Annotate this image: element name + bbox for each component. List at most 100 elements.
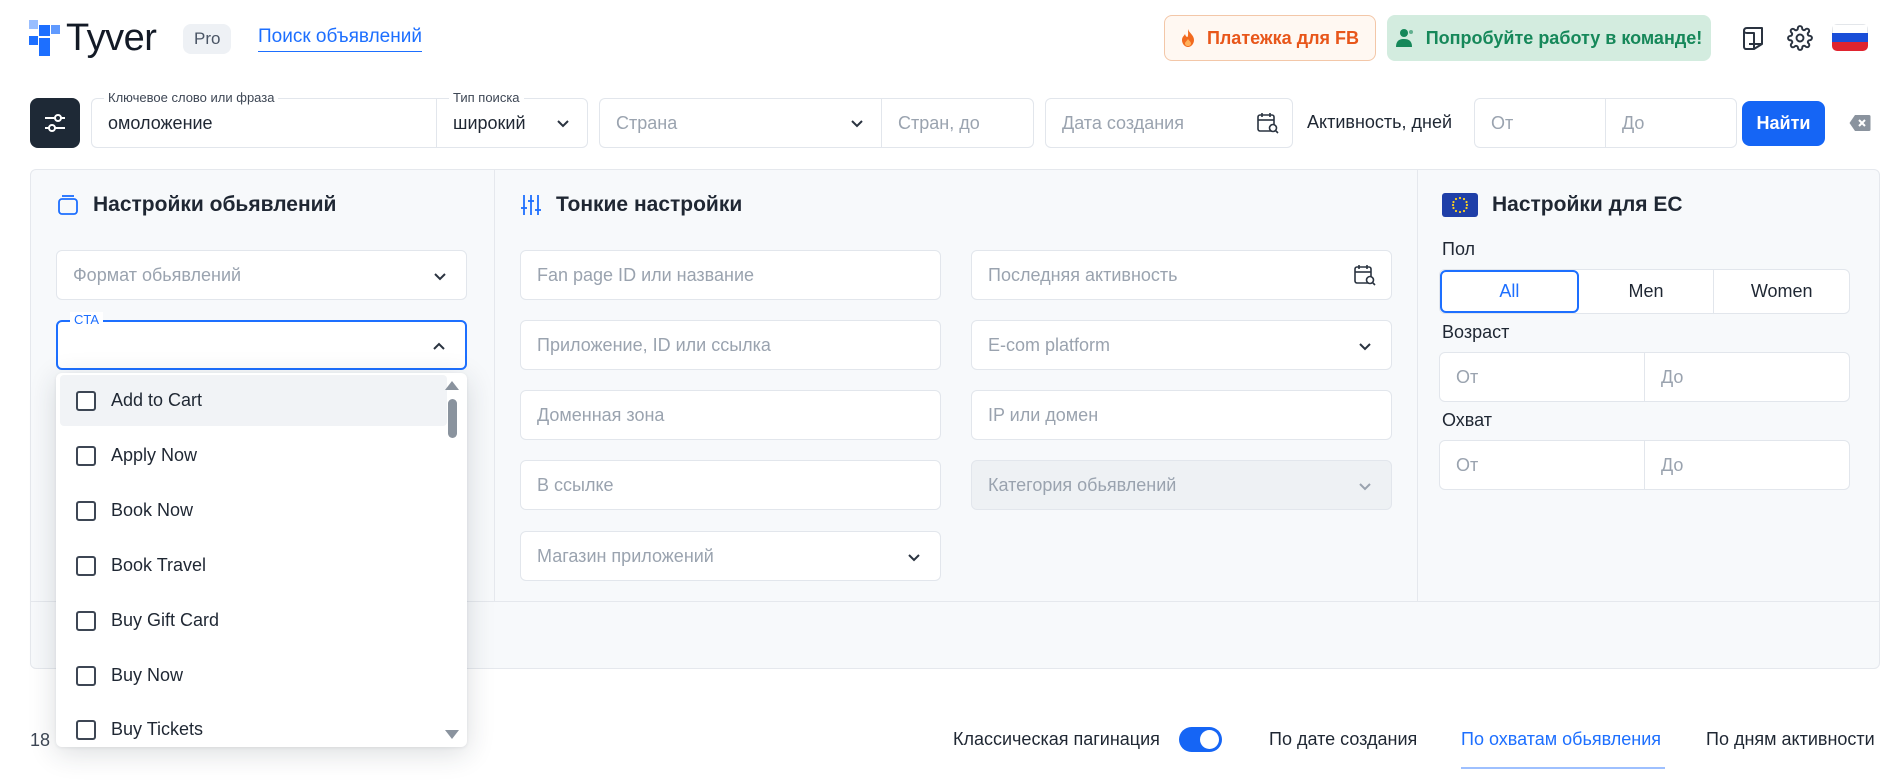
ip-domain-input[interactable]: IP или домен [971, 390, 1392, 440]
age-from-input[interactable]: От [1440, 353, 1645, 401]
country-select[interactable]: Страна [599, 98, 881, 148]
activity-from-input[interactable]: От [1474, 98, 1605, 148]
pro-badge: Pro [183, 24, 232, 54]
sort-by-date-tab[interactable]: По дате создания [1269, 729, 1417, 750]
reach-to-input[interactable]: До [1645, 441, 1849, 489]
age-to-placeholder: До [1661, 367, 1684, 387]
ad-format-placeholder: Формат обьявлений [73, 265, 242, 285]
team-user-icon [1395, 29, 1413, 47]
filters-toggle-button[interactable] [30, 98, 80, 148]
checkbox[interactable] [76, 390, 96, 411]
ad-category-placeholder: Категория обьявлений [988, 475, 1177, 495]
active-sort-indicator [1461, 767, 1665, 769]
countries-to-placeholder: Стран, до [898, 113, 980, 133]
last-activity-picker[interactable]: Последняя активность [971, 250, 1392, 300]
created-date-placeholder: Дата создания [1062, 113, 1184, 133]
cta-option-label: Add to Cart [111, 390, 203, 410]
app-input[interactable]: Приложение, ID или ссылка [520, 320, 941, 370]
age-to-input[interactable]: До [1645, 353, 1849, 401]
fire-icon [1181, 29, 1194, 47]
clear-input-icon[interactable] [1849, 114, 1871, 132]
chevron-down-icon [908, 554, 920, 562]
checkbox[interactable] [76, 610, 96, 631]
gender-women-option[interactable]: Women [1714, 270, 1849, 313]
cta-option-label: Book Now [111, 500, 194, 520]
gender-label: Пол [1442, 239, 1476, 259]
cta-option-buy-now[interactable]: Buy Now [60, 650, 447, 701]
app-store-select[interactable]: Магазин приложений [520, 531, 941, 581]
scrollbar-thumb[interactable] [448, 399, 457, 438]
cta-option-add-to-cart[interactable]: Add to Cart [60, 375, 447, 426]
cta-select[interactable]: CTA [56, 312, 467, 370]
reach-label: Охват [1442, 410, 1493, 430]
checkbox[interactable] [76, 719, 96, 740]
eu-settings-title: Настройки для ЕС [1442, 193, 1683, 217]
sort-by-activity-tab[interactable]: По дням активности [1706, 729, 1875, 750]
cta-option-apply-now[interactable]: Apply Now [60, 430, 447, 481]
cta-option-buy-gift-card[interactable]: Buy Gift Card [60, 595, 447, 646]
reach-from-placeholder: От [1456, 455, 1479, 475]
logo-mark-icon [29, 20, 60, 56]
cta-dropdown-list[interactable]: Add to Cart Apply Now Book Now Book Trav… [56, 373, 467, 747]
fan-page-placeholder: Fan page ID или название [537, 265, 755, 285]
created-date-picker[interactable]: Дата создания [1045, 98, 1293, 148]
russia-flag-icon[interactable] [1832, 24, 1868, 51]
tyver-logo[interactable]: Tyver [29, 17, 157, 59]
sort-by-reach-tab[interactable]: По охватам обьявления [1461, 729, 1661, 750]
fb-payment-button[interactable]: Платежка для FB [1164, 15, 1376, 61]
app-placeholder: Приложение, ID или ссылка [537, 335, 771, 355]
gear-icon[interactable] [1786, 24, 1814, 52]
activity-days-label: Активность, дней [1307, 112, 1453, 132]
classic-pagination-label: Классическая пагинация [953, 729, 1160, 749]
in-link-placeholder: В ссылке [537, 475, 614, 495]
cta-option-book-now[interactable]: Book Now [60, 485, 447, 536]
classic-pagination-toggle[interactable] [1179, 727, 1222, 752]
ad-card-icon [58, 195, 78, 215]
keyword-label: Ключевое слово или фраза [104, 90, 279, 105]
domain-zone-placeholder: Доменная зона [537, 405, 665, 425]
reach-to-placeholder: До [1661, 455, 1684, 475]
activity-to-placeholder: До [1622, 113, 1645, 133]
checkbox[interactable] [76, 445, 96, 466]
book-icon[interactable] [1740, 24, 1768, 52]
activity-from-placeholder: От [1491, 113, 1514, 133]
gender-men-option[interactable]: Men [1579, 270, 1715, 313]
fan-page-input[interactable]: Fan page ID или название [520, 250, 941, 300]
scroll-down-arrow-icon[interactable] [445, 730, 459, 739]
sliders-icon [45, 114, 65, 132]
activity-to-input[interactable]: До [1605, 98, 1737, 148]
checkbox[interactable] [76, 665, 96, 686]
domain-zone-input[interactable]: Доменная зона [520, 390, 941, 440]
search-type-select[interactable]: Тип поиска широкий [436, 90, 588, 148]
tuning-sliders-icon [521, 195, 541, 215]
gender-all-option[interactable]: All [1440, 270, 1579, 313]
ad-format-select[interactable]: Формат обьявлений [56, 250, 467, 300]
fine-settings-title: Тонкие настройки [520, 193, 742, 217]
checkbox[interactable] [76, 555, 96, 576]
chevron-down-icon [1359, 343, 1371, 351]
cta-option-label: Apply Now [111, 445, 198, 465]
reach-from-input[interactable]: От [1440, 441, 1645, 489]
find-button[interactable]: Найти [1742, 101, 1825, 146]
keyword-field[interactable]: Ключевое слово или фраза омоложение [91, 90, 437, 148]
logo-text: Tyver [66, 17, 157, 59]
last-activity-placeholder: Последняя активность [988, 265, 1178, 285]
search-ads-link[interactable]: Поиск объявлений [258, 26, 422, 52]
reach-range: От До [1439, 440, 1850, 490]
scroll-up-arrow-icon[interactable] [445, 381, 459, 390]
keyword-input[interactable]: омоложение [108, 113, 213, 134]
ecom-platform-select[interactable]: E-com platform [971, 320, 1392, 370]
gender-segmented-control[interactable]: All Men Women [1439, 269, 1850, 314]
in-link-input[interactable]: В ссылке [520, 460, 941, 510]
eu-flag-icon [1442, 193, 1478, 217]
cta-option-buy-tickets[interactable]: Buy Tickets [60, 704, 447, 747]
countries-to-input[interactable]: Стран, до [881, 98, 1034, 148]
team-trial-button[interactable]: Попробуйте работу в команде! [1387, 15, 1711, 61]
ip-domain-placeholder: IP или домен [988, 405, 1099, 425]
cta-option-book-travel[interactable]: Book Travel [60, 540, 447, 591]
checkbox[interactable] [76, 500, 96, 521]
ad-settings-title: Настройки обьявлений [57, 193, 336, 217]
fb-payment-label: Платежка для FB [1206, 27, 1360, 48]
age-from-placeholder: От [1456, 367, 1479, 387]
age-range: От До [1439, 352, 1850, 402]
